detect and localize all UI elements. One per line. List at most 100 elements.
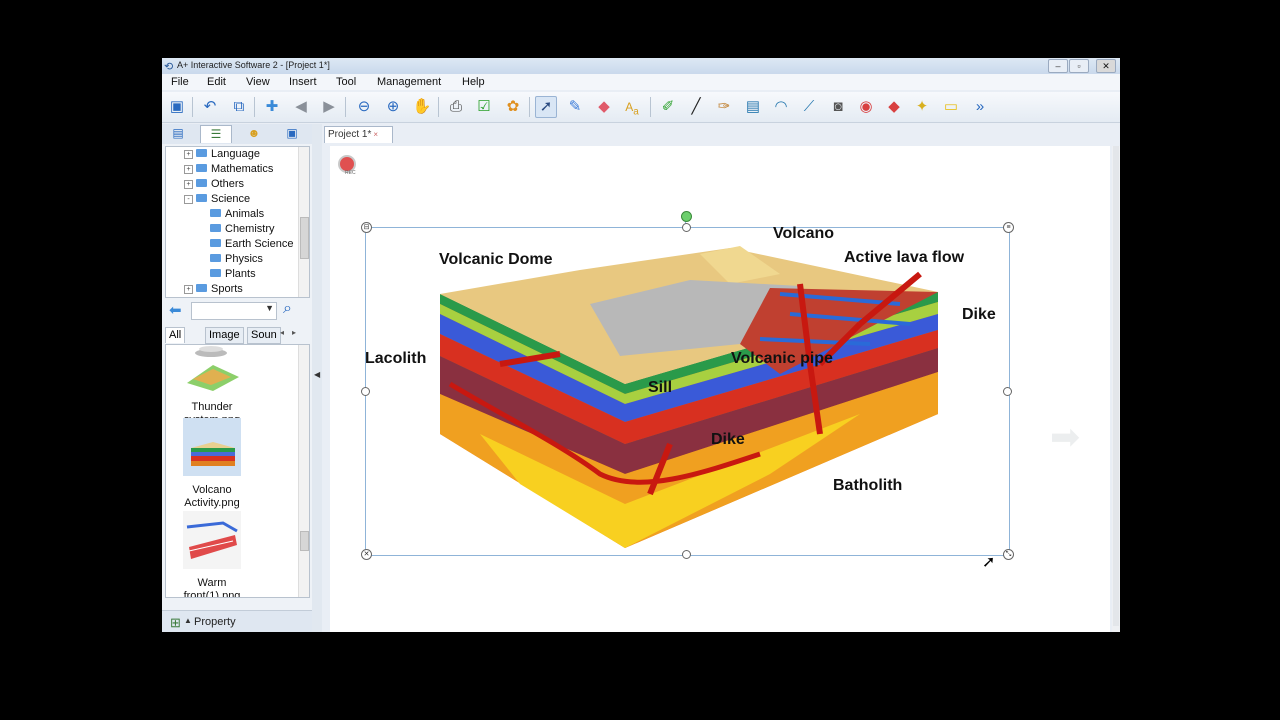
delete-object-icon[interactable]: ✕ <box>361 549 372 560</box>
group-icon[interactable]: ⊟ <box>361 222 372 233</box>
selection-box[interactable] <box>365 227 1010 556</box>
presentation-board-icon[interactable]: ▭ <box>940 96 962 118</box>
label-batholith: Batholith <box>833 477 903 494</box>
home-icon[interactable]: ▣ <box>166 96 188 118</box>
scrollbar-thumb[interactable] <box>1113 146 1119 626</box>
next-page-icon[interactable]: ▶ <box>318 96 340 118</box>
search-icon[interactable]: ⌕ <box>283 300 292 318</box>
thumbnail-item[interactable]: Warm front(1).png <box>176 511 248 597</box>
minimize-button[interactable]: – <box>1048 59 1068 73</box>
more-tools-icon[interactable]: » <box>969 96 991 118</box>
list-icon[interactable]: ☰ <box>200 125 232 143</box>
eraser-icon[interactable]: ◆ <box>593 96 615 118</box>
brush-icon[interactable]: ✑ <box>713 96 735 118</box>
menu-help[interactable]: Help <box>462 76 485 88</box>
expand-up-icon[interactable]: ▲ <box>184 616 192 625</box>
select-cursor-icon[interactable]: ➚ <box>535 96 557 118</box>
expand-icon[interactable]: + <box>184 165 193 174</box>
record-icon[interactable]: REC <box>338 155 356 176</box>
line-icon[interactable]: ╱ <box>685 96 707 118</box>
pen-icon[interactable]: ✎ <box>564 96 586 118</box>
resize-handle-right[interactable] <box>1003 387 1012 396</box>
flower-icon[interactable]: ✿ <box>502 96 524 118</box>
chevron-down-icon[interactable]: ▼ <box>265 303 274 313</box>
undo-icon[interactable]: ↶ <box>199 96 221 118</box>
scrollbar-thumb[interactable] <box>300 531 309 551</box>
menu-management[interactable]: Management <box>377 76 441 88</box>
collapse-left-icon[interactable]: ◀ <box>314 370 320 379</box>
tree-item-language[interactable]: + Language <box>184 148 260 163</box>
property-bar[interactable]: ⊞ ▲ Property <box>162 610 312 632</box>
window-title: A+ Interactive Software 2 - [Project 1*] <box>177 60 330 70</box>
menu-insert[interactable]: Insert <box>289 76 317 88</box>
expand-icon[interactable]: + <box>184 150 193 159</box>
menu-icon[interactable]: ≡ <box>1003 222 1014 233</box>
resize-handle-bottom[interactable] <box>682 550 691 559</box>
redo-icon[interactable]: ⧉ <box>228 96 250 118</box>
ruler-icon[interactable]: ⟋ <box>798 96 820 118</box>
magic-wand-icon[interactable]: ✦ <box>911 96 933 118</box>
tab-all[interactable]: All <box>165 327 186 343</box>
canvas-scrollbar[interactable] <box>1112 146 1120 632</box>
resize-handle-left[interactable] <box>361 387 370 396</box>
thumbnail-item[interactable]: Thunder system.png <box>176 345 248 427</box>
spotlight-icon[interactable]: ◆ <box>883 96 905 118</box>
menu-file[interactable]: File <box>171 76 189 88</box>
check-icon[interactable]: ☑ <box>473 96 495 118</box>
tree-item-sports[interactable]: + Sports <box>184 283 243 297</box>
back-arrow-icon[interactable]: ⬅ <box>169 301 182 319</box>
highlighter-icon[interactable]: ✐ <box>657 96 679 118</box>
scrollbar-thumb[interactable] <box>300 217 309 259</box>
thumbnail-scrollbar[interactable] <box>298 345 309 597</box>
toolbar-separator <box>345 97 346 117</box>
collapse-icon[interactable]: - <box>184 195 193 204</box>
close-button[interactable]: ✕ <box>1096 59 1116 73</box>
tree-item-earth-science[interactable]: Earth Science <box>210 238 293 253</box>
tree-item-mathematics[interactable]: + Mathematics <box>184 163 273 178</box>
zoom-out-icon[interactable]: ⊖ <box>353 96 375 118</box>
whiteboard-canvas[interactable]: REC ⊟ ≡ ✕ ⤡ Volcano Volcanic Dome Active… <box>330 146 1110 632</box>
tab-scroll-left-icon[interactable]: ◂ <box>280 328 284 337</box>
tree-scrollbar[interactable] <box>298 147 309 297</box>
zoom-in-icon[interactable]: ⊕ <box>382 96 404 118</box>
tree-item-animals[interactable]: Animals <box>210 208 264 223</box>
next-page-arrow-icon[interactable]: ➡ <box>1050 416 1080 458</box>
new-page-icon[interactable]: ✚ <box>261 96 283 118</box>
label-volcanic-dome: Volcanic Dome <box>439 251 553 268</box>
pan-hand-icon[interactable]: ✋ <box>411 96 433 118</box>
expand-icon[interactable]: + <box>184 285 193 294</box>
document-camera-icon[interactable]: ⎙ <box>445 96 467 118</box>
screen-capture-icon[interactable]: ◉ <box>855 96 877 118</box>
tab-project-1[interactable]: Project 1* × <box>324 126 393 143</box>
tab-scroll-right-icon[interactable]: ▸ <box>292 328 296 337</box>
tree-item-others[interactable]: + Others <box>184 178 244 193</box>
menu-view[interactable]: View <box>246 76 270 88</box>
resize-corner-icon[interactable]: ⤡ <box>1003 549 1014 560</box>
text-icon[interactable]: Aa <box>621 96 643 118</box>
video-camera-icon[interactable]: ◙ <box>827 96 849 118</box>
pages-icon[interactable]: ▤ <box>163 125 193 142</box>
menu-edit[interactable]: Edit <box>207 76 226 88</box>
expand-icon[interactable]: + <box>184 180 193 189</box>
thumbnail-item-selected[interactable]: Volcano Activity.png <box>176 418 248 510</box>
arc-icon[interactable]: ◠ <box>770 96 792 118</box>
people-icon[interactable]: ☻ <box>239 125 269 142</box>
tree-item-chemistry[interactable]: Chemistry <box>210 223 275 238</box>
shape-icon[interactable]: ▤ <box>742 96 764 118</box>
tree-item-science[interactable]: - Science <box>184 193 250 208</box>
search-combo[interactable]: ▼ <box>191 302 277 320</box>
save-icon[interactable]: ▣ <box>277 125 307 142</box>
tree-item-plants[interactable]: Plants <box>210 268 256 283</box>
maximize-button[interactable]: ▫ <box>1069 59 1089 73</box>
tab-close-icon[interactable]: × <box>373 130 378 139</box>
menu-tool[interactable]: Tool <box>336 76 356 88</box>
previous-page-icon[interactable]: ◀ <box>290 96 312 118</box>
tab-sound[interactable]: Soun <box>247 327 281 344</box>
tree-item-physics[interactable]: Physics <box>210 253 263 268</box>
rotation-handle[interactable] <box>681 211 692 222</box>
resize-handle-top[interactable] <box>682 223 691 232</box>
tree-item-label: Animals <box>225 208 265 220</box>
tab-image[interactable]: Image <box>205 327 244 344</box>
panel-collapse-bar[interactable]: ◀ <box>312 124 322 632</box>
folder-icon <box>196 149 207 157</box>
